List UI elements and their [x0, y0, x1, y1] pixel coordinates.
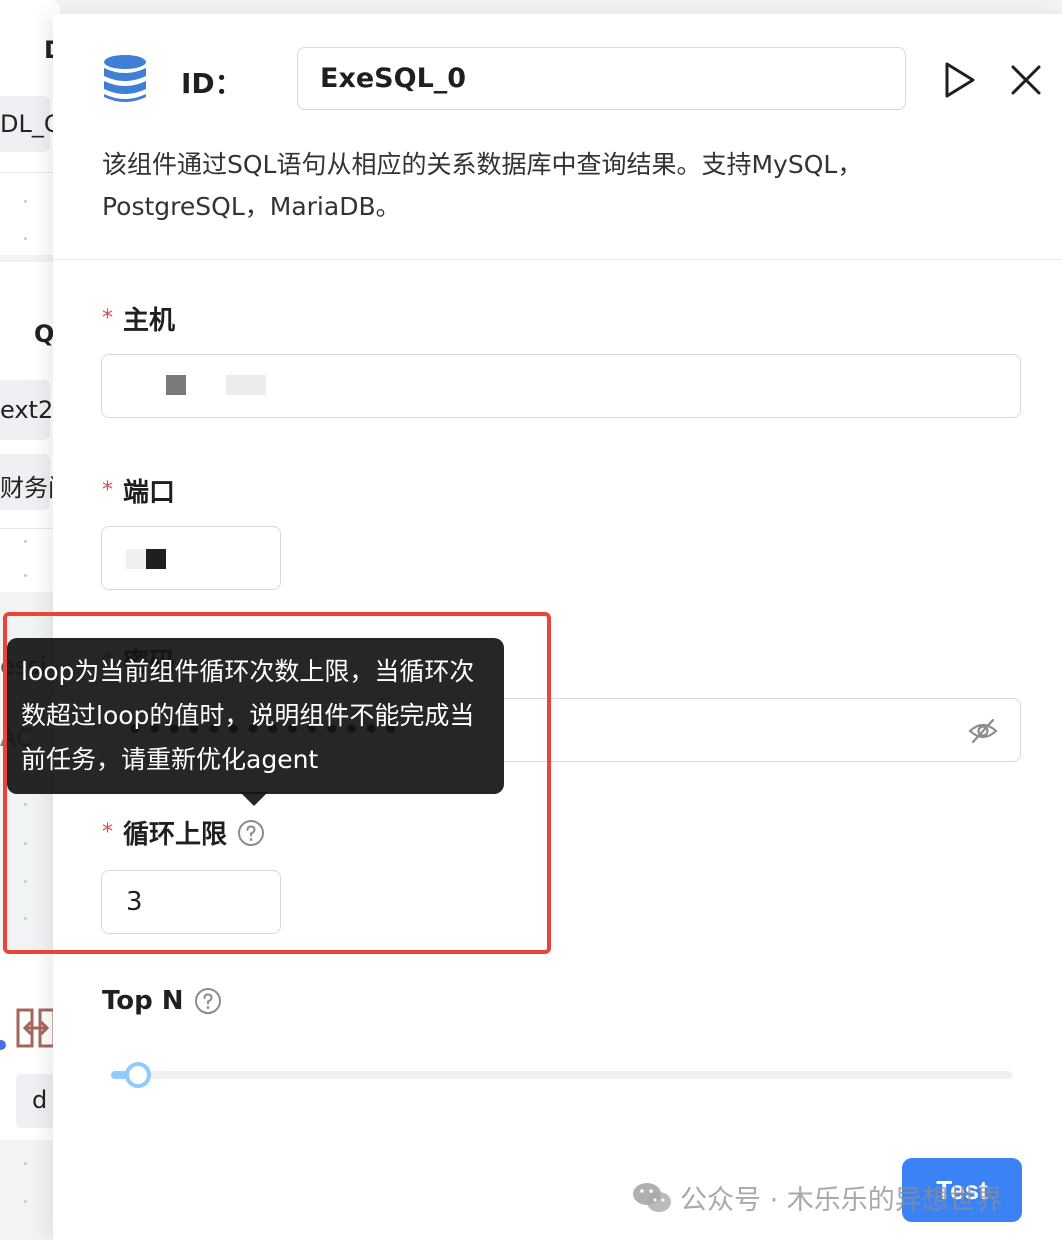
canvas-dot — [24, 200, 27, 203]
canvas-dot — [24, 1200, 27, 1203]
required-mark: * — [102, 306, 113, 331]
redacted-value — [146, 549, 166, 569]
watermark-text: 公众号 · 木乐乐的异想世界 — [680, 1185, 1003, 1216]
tooltip-arrow — [240, 792, 268, 806]
close-icon[interactable] — [1008, 62, 1044, 98]
top-n-label-text: Top N — [102, 986, 184, 1016]
node-id-input[interactable]: ExeSQL_0 — [297, 47, 906, 110]
port-input[interactable] — [101, 526, 281, 590]
canvas-node-text: 财务问 — [0, 474, 60, 502]
redacted-value — [166, 375, 186, 395]
eye-off-icon[interactable] — [968, 717, 998, 745]
canvas-node-title: Q — [34, 320, 55, 348]
canvas-dot — [24, 1162, 27, 1165]
play-icon[interactable] — [939, 60, 979, 100]
top-n-label: Top N — [102, 986, 222, 1016]
host-input[interactable] — [101, 354, 1021, 418]
top-n-slider[interactable] — [111, 1062, 1013, 1088]
required-mark: * — [102, 478, 113, 503]
host-label: * 主机 — [102, 300, 175, 337]
canvas-divider — [0, 172, 55, 173]
question-circle-icon[interactable] — [194, 987, 222, 1015]
drawer-header: ID： ExeSQL_0 该组件通过SQL语句从相应的关系数据库中查询结果。支持… — [53, 14, 1062, 260]
canvas-node-text: DL_G — [0, 110, 60, 138]
slider-handle[interactable] — [125, 1062, 152, 1088]
loop-help-tooltip: loop为当前组件循环次数上限，当循环次数超过loop的值时，说明组件不能完成当… — [7, 638, 504, 794]
port-label: * 端口 — [102, 472, 175, 509]
redacted-value — [126, 549, 146, 569]
watermark: 公众号 · 木乐乐的异想世界 — [632, 1178, 1003, 1217]
canvas-divider — [0, 528, 55, 529]
canvas-node-text: d — [32, 1086, 48, 1114]
redacted-value — [226, 375, 266, 395]
component-description: 该组件通过SQL语句从相应的关系数据库中查询结果。支持MySQL，Postgre… — [102, 150, 863, 221]
database-icon — [104, 55, 146, 102]
id-label: ID： — [181, 67, 243, 100]
host-label-text: 主机 — [123, 306, 176, 336]
canvas-dot — [24, 540, 27, 543]
wechat-icon — [633, 1182, 671, 1212]
canvas-dot — [24, 574, 27, 577]
port-label-text: 端口 — [123, 478, 176, 508]
canvas-node-text: ext2 — [0, 396, 54, 424]
split-node-icon — [16, 1008, 56, 1048]
canvas-dot — [24, 237, 27, 240]
